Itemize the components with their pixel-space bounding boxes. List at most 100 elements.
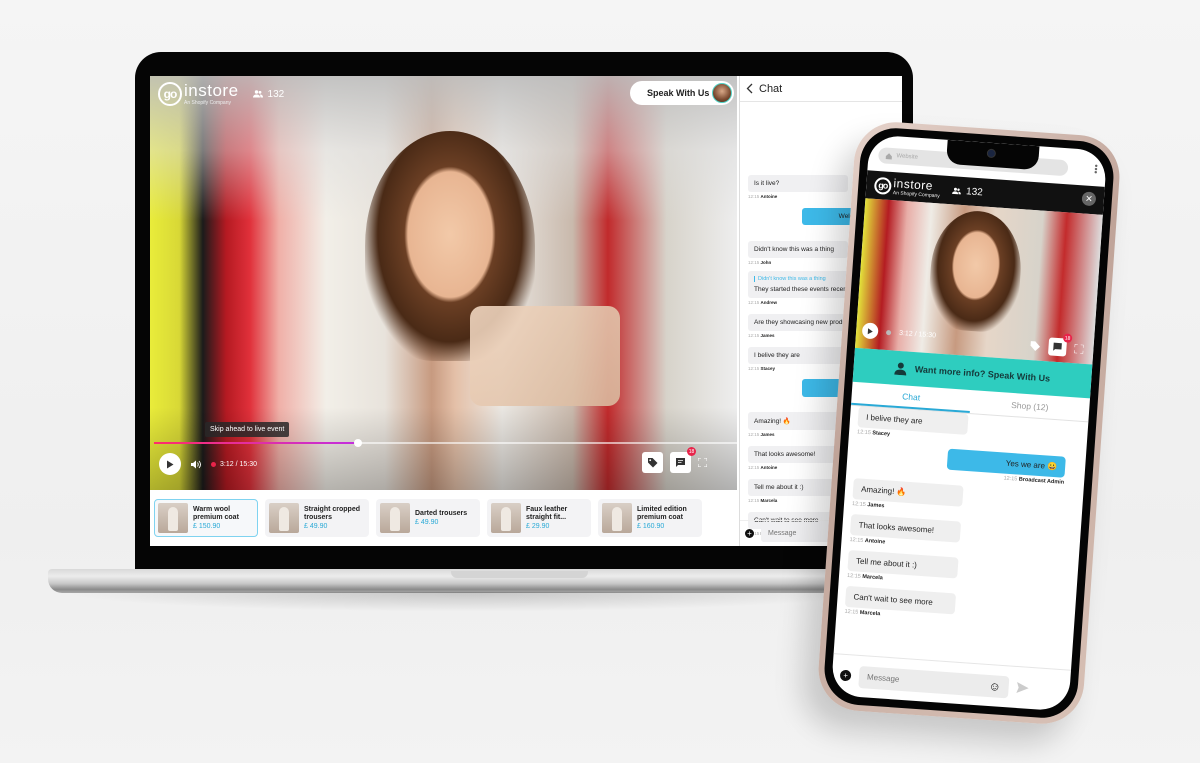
- mobile-video-player[interactable]: 3:12 / 15:30 18: [854, 198, 1103, 365]
- message-time: 12:15: [748, 194, 760, 199]
- mobile-playback-time: 3:12 / 15:30: [898, 329, 937, 339]
- message-time: 12:15: [748, 465, 760, 470]
- message-text: Amazing! 🔥: [754, 418, 791, 425]
- product-thumbnail: [380, 503, 410, 533]
- message-time: 12:15: [748, 366, 760, 371]
- mobile-logo: go instore An Shopify Company: [873, 175, 941, 199]
- message-author: Marcela: [760, 498, 778, 503]
- message-time: 12:15: [856, 429, 872, 437]
- more-options-icon[interactable]: •••: [1091, 164, 1102, 174]
- mobile-viewer-count: 132: [952, 185, 983, 198]
- logo-subtitle: An Shopify Company: [184, 100, 231, 106]
- product-carousel[interactable]: Warm wool premium coat £ 150.90 Straight c…: [150, 494, 737, 546]
- message-time: 12:15: [1003, 475, 1018, 483]
- product-name: Faux leather straight fit...: [526, 505, 568, 521]
- product-card[interactable]: Limited edition premium coat £ 160.90: [598, 499, 702, 537]
- product-name: Darted trousers: [415, 509, 468, 517]
- message-time: 12:15: [849, 536, 864, 544]
- logo-mark: go: [158, 82, 182, 106]
- mobile-play-button[interactable]: [861, 322, 879, 340]
- mobile-viewer-count-value: 132: [965, 185, 984, 198]
- message-bubble: Didn't know this was a thing They started…: [748, 271, 860, 298]
- progress-bar[interactable]: [154, 439, 737, 447]
- chat-toggle-button[interactable]: 18: [670, 447, 696, 473]
- close-button[interactable]: ✕: [1081, 191, 1097, 207]
- chat-icon: [1053, 342, 1062, 351]
- speak-banner-label: Want more info? Speak With Us: [914, 364, 1051, 384]
- add-attachment-icon[interactable]: +: [839, 669, 852, 682]
- shop-tag-button[interactable]: [642, 452, 663, 473]
- product-thumbnail: [158, 503, 188, 533]
- video-player[interactable]: go instore An Shopify Company 132 Speak …: [150, 76, 737, 490]
- message-time: 12:15: [851, 501, 867, 508]
- message-time: 12:15: [748, 333, 760, 338]
- add-attachment-icon[interactable]: +: [745, 529, 754, 538]
- product-thumbnail: [269, 503, 299, 533]
- skip-ahead-tooltip: Skip ahead to live event: [205, 422, 290, 437]
- progress-fill: [154, 442, 359, 444]
- laptop-hinge-notch: [451, 571, 588, 578]
- product-price: £ 49.90: [415, 519, 439, 527]
- camera-icon: [986, 148, 997, 159]
- message-author: John: [760, 260, 772, 265]
- phone-screen: Website ••• go instore An Shopify Compan…: [830, 134, 1108, 712]
- product-name: Straight cropped trousers: [304, 505, 361, 521]
- product-price: £ 29.90: [526, 523, 550, 531]
- product-info: Warm wool premium coat £ 150.90: [193, 506, 254, 531]
- message-author: Broadcast Admin: [1018, 476, 1065, 486]
- message-text: They started these events recently: [754, 286, 854, 293]
- chat-icon: [676, 458, 685, 467]
- laptop-shadow: [60, 592, 870, 612]
- product-card[interactable]: Straight cropped trousers £ 49.90: [265, 499, 369, 537]
- mobile-composer: + ☺: [830, 653, 1072, 712]
- playback-time: 3:12 / 15:30: [220, 460, 257, 468]
- play-button[interactable]: [159, 453, 181, 475]
- message-time: 12:15: [844, 608, 859, 616]
- home-icon: [885, 152, 892, 159]
- product-card[interactable]: Faux leather straight fit... £ 29.90: [487, 499, 591, 537]
- mobile-chat-message: Tell me about it :) 12:15 Marcela: [846, 549, 1059, 594]
- product-price: £ 49.90: [304, 523, 328, 531]
- mobile-message-input[interactable]: [858, 665, 1010, 698]
- speak-with-us-label: Speak With Us: [647, 88, 710, 98]
- product-name: Warm wool premium coat: [193, 505, 239, 521]
- speak-with-us-button[interactable]: Speak With Us: [630, 81, 734, 105]
- product-info: Limited edition premium coat £ 160.90: [637, 506, 698, 531]
- logo: go instore An Shopify Company: [158, 82, 239, 106]
- viewer-count-value: 132: [267, 88, 285, 100]
- quoted-reply: Didn't know this was a thing: [754, 276, 853, 282]
- url-placeholder: Website: [896, 153, 919, 161]
- message-time: 12:15: [846, 572, 861, 580]
- product-card[interactable]: Warm wool premium coat £ 150.90: [154, 499, 258, 537]
- progress-handle[interactable]: [354, 439, 363, 447]
- chat-header: Chat: [740, 76, 902, 102]
- product-card[interactable]: Darted trousers £ 49.90: [376, 499, 480, 537]
- message-text: Tell me about it :): [754, 484, 804, 491]
- volume-icon[interactable]: [191, 460, 201, 469]
- mobile-live-indicator: [885, 329, 892, 335]
- fullscreen-icon[interactable]: [1074, 343, 1084, 354]
- phone-frame: Website ••• go instore An Shopify Compan…: [815, 119, 1123, 727]
- message-text: I belive they are: [754, 352, 800, 359]
- mobile-chat-toggle[interactable]: 18: [1047, 333, 1073, 357]
- message-author: James: [760, 432, 775, 437]
- back-chevron-icon[interactable]: [746, 83, 753, 94]
- chat-unread-badge: 18: [687, 447, 696, 456]
- message-text: That looks awesome!: [754, 451, 816, 458]
- message-bubble: Is it live?: [748, 175, 848, 192]
- message-author: Antoine: [760, 465, 778, 470]
- emoji-icon[interactable]: ☺: [988, 679, 1001, 694]
- mobile-chat-list[interactable]: I belive they are 12:15 Stacey Yes we are …: [844, 406, 1069, 636]
- send-icon[interactable]: [1016, 682, 1030, 694]
- message-author: Andrew: [760, 300, 778, 305]
- logo-text: instore: [184, 81, 239, 100]
- phone-rig-image: [470, 306, 620, 406]
- tag-icon[interactable]: [1029, 340, 1041, 352]
- mobile-logo-text: instore: [893, 175, 934, 193]
- product-info: Faux leather straight fit... £ 29.90: [526, 506, 587, 531]
- viewer-count: 132: [252, 88, 285, 100]
- users-icon: [252, 90, 263, 98]
- fullscreen-icon[interactable]: [698, 458, 707, 467]
- chat-title: Chat: [759, 82, 783, 95]
- mobile-chat-badge: 18: [1062, 333, 1073, 343]
